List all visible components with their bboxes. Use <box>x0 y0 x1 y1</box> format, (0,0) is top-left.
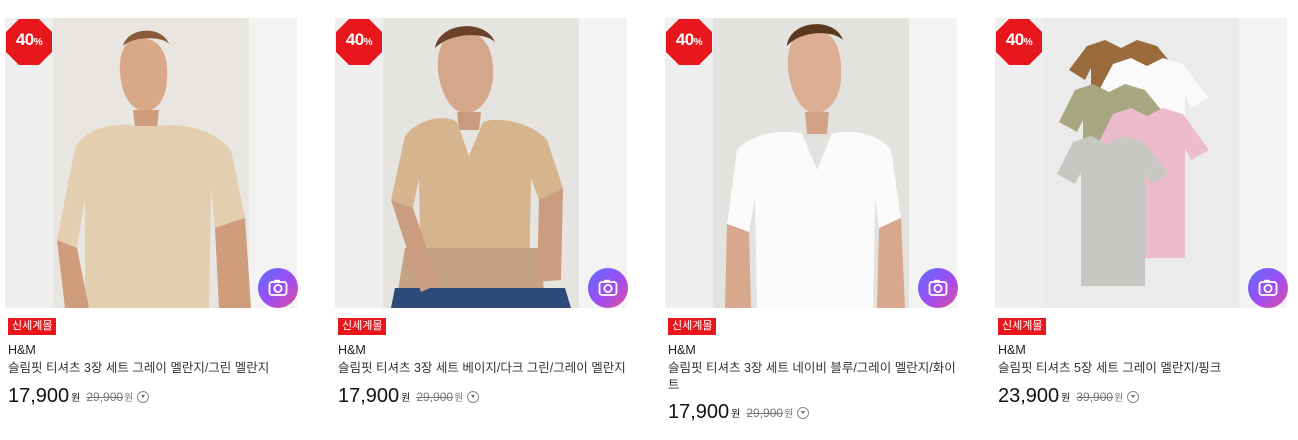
price-row: 17,900 원 29,900원 <box>338 385 480 408</box>
camera-search-button[interactable] <box>1248 268 1288 308</box>
discount-badge: 40% <box>5 18 53 66</box>
product-grid: 40% 신세계몰 H&M 슬림핏 티셔츠 3장 세트 그레이 멜란지/그린 멜란… <box>0 0 1298 440</box>
price-info-icon[interactable] <box>467 390 480 403</box>
discount-unit: % <box>33 37 43 48</box>
discount-value: 40 <box>1005 30 1024 49</box>
discount-badge: 40% <box>335 18 383 66</box>
sale-price: 17,900 <box>668 401 730 423</box>
camera-search-button[interactable] <box>918 268 958 308</box>
original-price: 29,900 <box>416 389 454 404</box>
price-info-icon[interactable] <box>797 406 810 419</box>
original-price: 29,900 <box>746 405 784 420</box>
store-tag: 신세계몰 <box>338 318 387 335</box>
camera-search-button[interactable] <box>258 268 298 308</box>
discount-badge: 40% <box>995 18 1043 66</box>
camera-icon <box>1258 279 1278 296</box>
original-price-unit: 원 <box>1114 393 1124 404</box>
product-name[interactable]: 슬림핏 티셔츠 3장 세트 그레이 멜란지/그린 멜란지 <box>8 360 298 377</box>
discount-value: 40 <box>345 30 364 49</box>
product-name[interactable]: 슬림핏 티셔츠 5장 세트 그레이 멜란지/핑크 <box>998 360 1288 377</box>
product-name[interactable]: 슬림핏 티셔츠 3장 세트 네이비 블루/그레이 멜란지/화이트 <box>668 360 960 394</box>
brand-name[interactable]: H&M <box>998 343 1026 357</box>
price-row: 23,900 원 39,900원 <box>998 385 1140 408</box>
brand-name[interactable]: H&M <box>338 343 366 357</box>
discount-unit: % <box>363 37 373 48</box>
sale-price: 23,900 <box>998 385 1060 407</box>
sale-price-unit: 원 <box>1061 393 1071 404</box>
discount-unit: % <box>1023 37 1033 48</box>
store-tag: 신세계몰 <box>8 318 57 335</box>
discount-unit: % <box>693 37 703 48</box>
product-name[interactable]: 슬림핏 티셔츠 3장 세트 베이지/다크 그린/그레이 멜란지 <box>338 360 628 377</box>
sale-price: 17,900 <box>8 385 70 407</box>
camera-icon <box>268 279 288 296</box>
sale-price: 17,900 <box>338 385 400 407</box>
brand-name[interactable]: H&M <box>8 343 36 357</box>
camera-icon <box>598 279 618 296</box>
original-price-unit: 원 <box>454 393 464 404</box>
store-tag: 신세계몰 <box>668 318 717 335</box>
discount-badge: 40% <box>665 18 713 66</box>
sale-price-unit: 원 <box>731 409 741 420</box>
sale-price-unit: 원 <box>401 393 411 404</box>
camera-icon <box>928 279 948 296</box>
original-price: 29,900 <box>86 389 124 404</box>
store-tag: 신세계몰 <box>998 318 1047 335</box>
discount-value: 40 <box>675 30 694 49</box>
price-row: 17,900 원 29,900원 <box>8 385 150 408</box>
price-row: 17,900 원 29,900원 <box>668 401 810 424</box>
original-price: 39,900 <box>1076 389 1114 404</box>
price-info-icon[interactable] <box>137 390 150 403</box>
discount-value: 40 <box>15 30 34 49</box>
original-price-unit: 원 <box>784 409 794 420</box>
price-info-icon[interactable] <box>1127 390 1140 403</box>
camera-search-button[interactable] <box>588 268 628 308</box>
original-price-unit: 원 <box>124 393 134 404</box>
sale-price-unit: 원 <box>71 393 81 404</box>
brand-name[interactable]: H&M <box>668 343 696 357</box>
